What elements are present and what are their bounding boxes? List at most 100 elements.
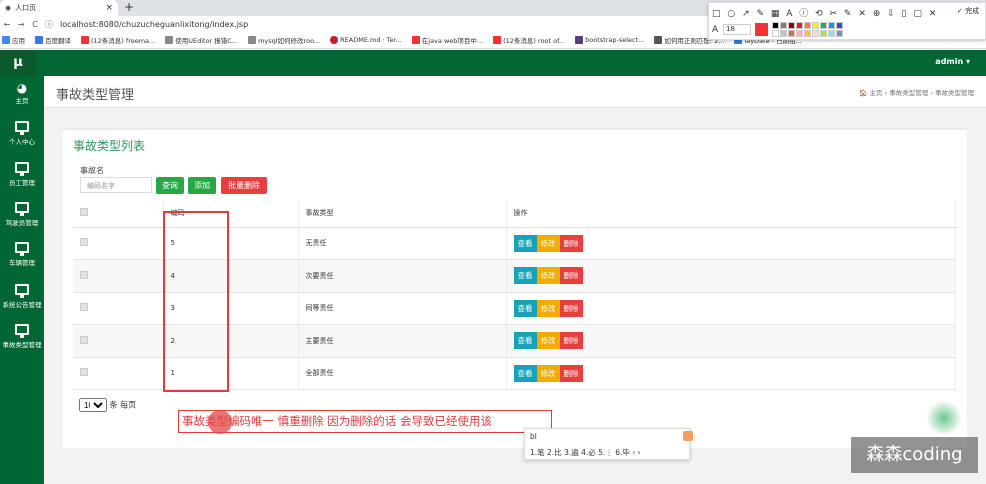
type-cell: 主要责任: [298, 324, 507, 358]
query-button[interactable]: 查询: [156, 177, 184, 194]
column-header: 事故类型: [298, 200, 507, 228]
color-swatch[interactable]: [836, 22, 843, 29]
edit-button[interactable]: 修改: [536, 332, 560, 350]
color-swatch[interactable]: [780, 22, 787, 29]
row-checkbox[interactable]: [80, 238, 88, 247]
bookmark-item[interactable]: 使用UEditor 报错C...: [165, 35, 238, 45]
page-size-label: 条 每页: [109, 400, 137, 410]
bookmark-item[interactable]: README.md · Ter...: [330, 36, 402, 44]
actions-cell: 查看 修改 删除: [506, 357, 956, 390]
sidebar-item-accident-types[interactable]: 事故类型管理: [0, 324, 44, 349]
color-swatch[interactable]: [796, 30, 803, 37]
color-swatch[interactable]: [804, 30, 811, 37]
view-button[interactable]: 查看: [513, 332, 537, 350]
bookmark-label: 使用UEditor 报错C...: [175, 37, 239, 45]
view-button[interactable]: 查看: [513, 299, 537, 317]
dashboard-icon: ◕: [16, 81, 28, 95]
new-tab-icon[interactable]: +: [124, 0, 134, 14]
back-icon[interactable]: ←: [0, 20, 14, 29]
watermark: 森森coding: [851, 437, 978, 473]
font-size-select[interactable]: 18: [723, 24, 751, 35]
row-checkbox[interactable]: [80, 335, 88, 344]
annotation-tools[interactable]: □ ○ ↗ ✎ ▦ A ⓘ ⟲ ✂ ✎ ✕ ⊕ ⇩ ▯ ▢ ✕: [712, 6, 938, 19]
actions-cell: 查看 修改 删除: [506, 227, 956, 260]
sidebar-item-label: 驾驶员管理: [5, 219, 39, 227]
filter-label: 事故名: [80, 166, 104, 175]
checkbox-cell: [73, 227, 164, 260]
delete-button[interactable]: 删除: [559, 234, 583, 252]
row-checkbox[interactable]: [80, 368, 88, 377]
color-swatch[interactable]: [828, 30, 835, 37]
bookmark-item[interactable]: (12条消息) root of...: [493, 35, 565, 45]
select-all-checkbox[interactable]: [80, 208, 88, 217]
view-button[interactable]: 查看: [513, 364, 537, 382]
logo[interactable]: μ: [0, 50, 36, 76]
sidebar-item-drivers[interactable]: 驾驶员管理: [0, 202, 44, 227]
row-checkbox[interactable]: [80, 303, 88, 312]
sidebar-item-home[interactable]: ◕ 主页: [0, 81, 44, 105]
edit-button[interactable]: 修改: [536, 267, 560, 285]
sidebar-item-label: 车辆管理: [9, 259, 35, 267]
bookmark-item[interactable]: 百度翻译: [35, 35, 71, 45]
bookmark-item[interactable]: bootstrap-select...: [575, 36, 644, 44]
bookmark-item[interactable]: 在java web项目中...: [411, 35, 483, 45]
monitor-icon: [15, 324, 29, 338]
sidebar-item-vehicles[interactable]: 车辆管理: [0, 242, 44, 267]
breadcrumb[interactable]: 🏠 主页 › 事故类型管理 › 事故类型管理: [859, 87, 974, 97]
view-button[interactable]: 查看: [513, 234, 537, 252]
color-swatch[interactable]: [828, 22, 835, 29]
bookmark-item[interactable]: 应用: [2, 35, 25, 45]
delete-button[interactable]: 删除: [559, 364, 583, 382]
sidebar-item-label: 事故类型管理: [2, 341, 42, 349]
color-swatch[interactable]: [820, 30, 827, 37]
color-swatch[interactable]: [772, 30, 779, 37]
edit-button[interactable]: 修改: [536, 234, 560, 252]
add-button[interactable]: 添加: [188, 177, 216, 194]
color-swatch[interactable]: [780, 30, 787, 37]
color-swatch[interactable]: [772, 22, 779, 29]
user-menu[interactable]: admin ▾: [935, 57, 970, 66]
forward-icon[interactable]: →: [14, 20, 28, 29]
monitor-icon: [15, 121, 29, 135]
batch-delete-button[interactable]: 批量删除: [221, 177, 267, 194]
sidebar-item-employees[interactable]: 员工管理: [0, 162, 44, 187]
bookmark-label: README.md · Ter...: [340, 36, 402, 44]
close-tab-icon[interactable]: ×: [105, 3, 113, 13]
bookmark-item[interactable]: mysql如何修改roo...: [248, 35, 320, 45]
app-header: [0, 50, 986, 76]
delete-button[interactable]: 删除: [559, 267, 583, 285]
color-swatch[interactable]: [812, 22, 819, 29]
color-swatch[interactable]: [820, 22, 827, 29]
edit-button[interactable]: 修改: [536, 299, 560, 317]
url-field[interactable]: localhost:8080/chuzucheguanlixitong/inde…: [60, 20, 248, 29]
type-cell: 全部责任: [298, 357, 507, 390]
color-palette: [772, 22, 843, 37]
reload-icon[interactable]: C: [28, 20, 42, 29]
color-swatch[interactable]: [788, 30, 795, 37]
color-swatch[interactable]: [796, 22, 803, 29]
sidebar-item-profile[interactable]: 个人中心: [0, 121, 44, 146]
color-swatch[interactable]: [804, 22, 811, 29]
bookmark-item[interactable]: (12条消息) freema...: [81, 35, 155, 45]
delete-button[interactable]: 删除: [559, 332, 583, 350]
page-size-select[interactable]: 10: [79, 398, 107, 412]
column-header: 操作: [506, 200, 956, 228]
info-icon[interactable]: ⓘ: [42, 19, 56, 30]
edit-button[interactable]: 修改: [536, 364, 560, 382]
sidebar-item-notices[interactable]: 系统公告管理: [0, 284, 44, 309]
search-input[interactable]: 编码名字: [80, 177, 152, 193]
color-swatch[interactable]: [812, 30, 819, 37]
browser-tab[interactable]: ◉ 人口页 ×: [0, 0, 118, 16]
color-swatch[interactable]: [836, 30, 843, 37]
type-cell: 无责任: [298, 227, 507, 260]
row-checkbox[interactable]: [80, 270, 88, 279]
ime-candidates[interactable]: 1.笔 2.比 3.遍 4.必 5.⋮ 6.毕 ‹ ›: [530, 447, 641, 458]
list-title: 事故类型列表: [73, 139, 146, 153]
current-color-swatch[interactable]: [755, 23, 768, 36]
annotation-note: 事故类型编码唯一 慎重删除 因为删除的话 会导致已经使用该: [178, 410, 552, 433]
actions-cell: 查看 修改 删除: [506, 259, 956, 293]
delete-button[interactable]: 删除: [559, 299, 583, 317]
done-button[interactable]: ✓ 完成: [957, 6, 979, 16]
color-swatch[interactable]: [788, 22, 795, 29]
view-button[interactable]: 查看: [513, 267, 537, 285]
